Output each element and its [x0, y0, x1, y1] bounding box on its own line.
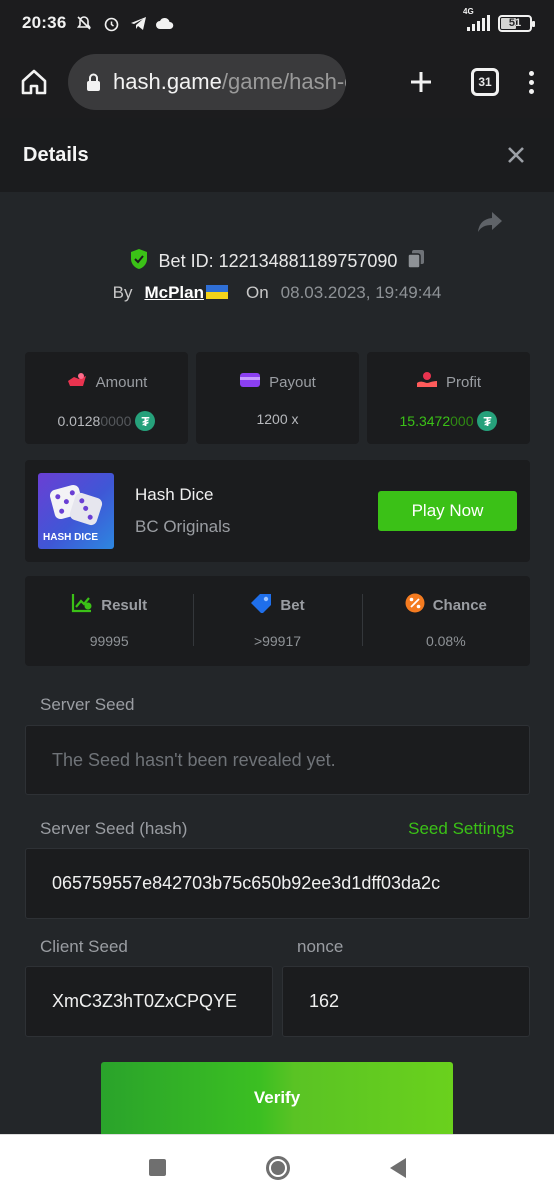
username: McPlan — [144, 283, 204, 302]
payout-value-text: 1200 x — [256, 411, 299, 427]
usdt-icon: ₮ — [477, 411, 498, 431]
profit-card: Profit 15.3472000 ₮ — [367, 352, 530, 444]
share-icon — [478, 212, 502, 232]
game-provider: BC Originals — [135, 517, 231, 536]
ticket-icon — [250, 593, 272, 617]
profit-value: 15.3472000 ₮ — [400, 411, 498, 431]
status-bar: 20:36 4G 51 — [0, 0, 554, 46]
nonce-field[interactable]: 162 — [282, 966, 530, 1037]
copy-icon[interactable] — [407, 249, 425, 274]
url-path: /game/hash-dice — [221, 69, 346, 94]
game-thumbnail[interactable]: HASH DICE — [38, 473, 114, 549]
verified-shield-icon — [129, 248, 149, 275]
bet-meta-row: By McPlan On 08.03.2023, 19:49:44 — [0, 283, 554, 303]
user-link[interactable]: McPlan — [144, 283, 228, 303]
close-button[interactable] — [507, 141, 525, 169]
amount-value-dim: 0000 — [100, 413, 132, 429]
amount-label: Amount — [95, 373, 148, 391]
bet-id-row: Bet ID: 122134881189757090 — [0, 248, 554, 275]
ukraine-flag-icon — [205, 285, 228, 299]
server-seed-hash-label: Server Seed (hash) — [40, 819, 188, 838]
chance-label: Chance — [432, 596, 487, 614]
game-logo-text: HASH DICE — [43, 532, 99, 543]
battery-icon: 51 — [498, 14, 535, 32]
home-button[interactable] — [14, 62, 54, 102]
chance-value: 0.08% — [425, 633, 466, 649]
amount-value-main: 0.0128 — [57, 413, 101, 429]
system-nav-bar — [0, 1134, 554, 1200]
seed-settings-link[interactable]: Seed Settings — [408, 819, 514, 839]
profit-value-dim: 000 — [450, 413, 474, 429]
amount-icon — [66, 371, 88, 393]
result-cell: Result 99995 — [25, 576, 193, 666]
play-now-button[interactable]: Play Now — [378, 491, 517, 531]
game-name: Hash Dice — [135, 485, 214, 504]
payout-label: Payout — [269, 373, 316, 391]
details-header: Details — [0, 118, 554, 192]
share-button[interactable] — [476, 210, 504, 238]
nonce-label: nonce — [297, 937, 344, 956]
wallet-icon — [239, 371, 261, 393]
game-card: HASH DICE Hash Dice BC Originals Play No… — [25, 460, 530, 562]
lock-icon — [86, 73, 101, 92]
result-value: 99995 — [89, 633, 129, 649]
close-icon — [508, 147, 524, 163]
server-seed-field: The Seed hasn't been revealed yet. — [25, 725, 530, 795]
url-host: hash.game — [113, 69, 222, 94]
amount-card: Amount 0.01280000 ₮ — [25, 352, 188, 444]
payout-card: Payout 1200 x — [196, 352, 359, 444]
by-label: By — [112, 283, 133, 302]
amount-value: 0.01280000 ₮ — [58, 411, 156, 431]
home-nav-button[interactable] — [265, 1155, 290, 1180]
tab-switcher-button[interactable]: 31 — [471, 68, 499, 96]
bet-stats: Amount 0.01280000 ₮ Payout 1200 x Profit… — [25, 352, 530, 444]
back-button[interactable] — [389, 1157, 406, 1178]
battery-level: 51 — [508, 17, 522, 29]
bell-off-icon — [75, 14, 93, 32]
recents-button[interactable] — [148, 1159, 166, 1176]
telegram-icon — [129, 14, 147, 32]
result-label: Result — [101, 596, 148, 614]
verify-button[interactable]: Verify — [101, 1062, 453, 1134]
plus-icon — [411, 72, 431, 92]
on-label: On — [245, 283, 269, 302]
page-title: Details — [23, 143, 89, 166]
client-seed-label: Client Seed — [40, 937, 128, 956]
new-tab-button[interactable] — [401, 62, 441, 102]
profit-icon — [416, 371, 438, 393]
bet-cell: Bet >99917 — [193, 576, 361, 666]
bet-value: >99917 — [253, 633, 302, 649]
bet-id: Bet ID: 122134881189757090 — [158, 251, 398, 271]
profit-label: Profit — [445, 373, 481, 391]
signal-icon: 4G — [463, 7, 490, 31]
bet-details-panel: Bet ID: 122134881189757090 By McPlan On … — [0, 192, 554, 1134]
server-seed-hash-field[interactable]: 065759557e842703b75c650b92ee3d1dff03da2c — [25, 848, 530, 919]
alarm-icon — [102, 14, 120, 32]
usdt-icon: ₮ — [135, 411, 156, 431]
bet-label: Bet — [280, 596, 305, 614]
result-panel: Result 99995 Bet >99917 Chance 0.08% — [25, 576, 530, 666]
menu-icon[interactable] — [529, 70, 534, 94]
payout-value: 1200 x — [256, 411, 298, 427]
address-bar[interactable]: hash.game/game/hash-dice — [68, 54, 346, 110]
chance-cell: Chance 0.08% — [361, 576, 530, 666]
status-time: 20:36 — [22, 13, 67, 32]
browser-toolbar: hash.game/game/hash-dice 31 — [0, 46, 554, 118]
network-type: 4G — [463, 7, 474, 16]
server-seed-label: Server Seed — [40, 695, 135, 714]
percent-icon — [405, 593, 425, 617]
client-seed-field[interactable]: XmC3Z3hT0ZxCPQYE — [25, 966, 273, 1037]
home-icon — [21, 69, 47, 95]
profit-value-main: 15.3472 — [399, 413, 451, 429]
trend-icon — [71, 593, 93, 617]
cloud-icon — [156, 14, 174, 32]
bet-date: 08.03.2023, 19:49:44 — [280, 283, 442, 302]
